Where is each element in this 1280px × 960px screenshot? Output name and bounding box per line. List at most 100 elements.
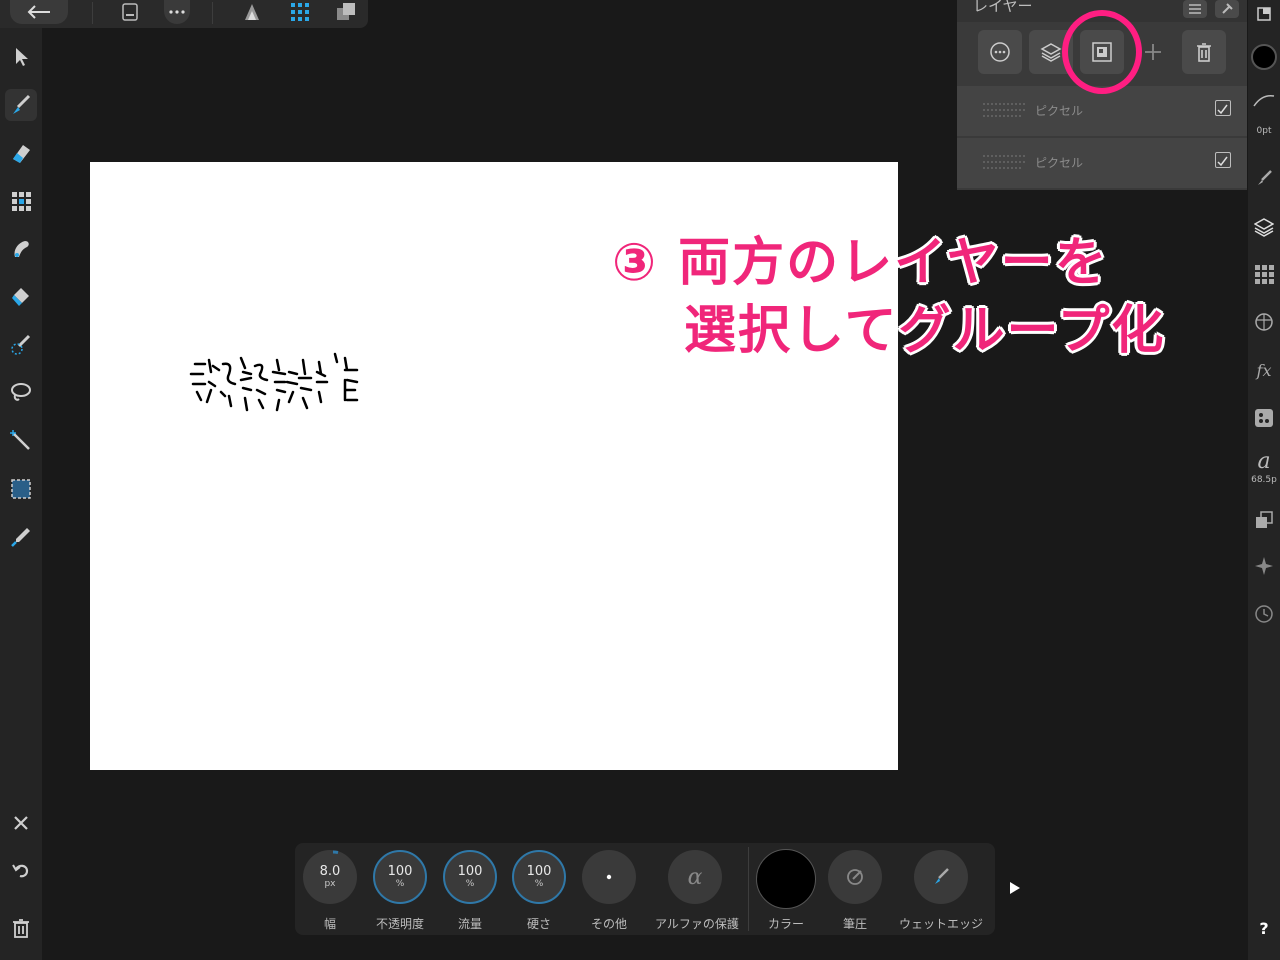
hardness-unit: %: [534, 879, 544, 889]
color-picker-tool[interactable]: [5, 521, 37, 553]
pixel-persona-icon: [291, 3, 309, 21]
marquee-icon: [11, 479, 31, 499]
navigator-icon: [1255, 409, 1273, 427]
more-icon: [169, 10, 185, 14]
back-button[interactable]: [10, 0, 68, 24]
flow-value: 100: [457, 864, 483, 879]
panel-title: レイヤー: [973, 0, 1033, 15]
effects-panel-button[interactable]: fx: [1248, 356, 1280, 384]
draw-persona-button[interactable]: [240, 0, 264, 24]
more-options-dial[interactable]: [582, 850, 636, 904]
help-button[interactable]: ?: [1248, 916, 1280, 940]
delete-layer-button[interactable]: [1182, 30, 1226, 74]
dot-icon: [606, 874, 612, 880]
eraser-icon: [13, 145, 30, 163]
studio-toggle-button[interactable]: [1248, 0, 1280, 28]
adjustments-panel-button[interactable]: [1248, 308, 1280, 336]
clock-icon: [1255, 605, 1273, 623]
opacity-unit: %: [395, 879, 405, 889]
expand-toolbar-icon[interactable]: [1009, 881, 1021, 895]
opacity-dial[interactable]: 100 %: [373, 850, 427, 904]
compass-icon: [1255, 557, 1273, 575]
plus-icon: [1145, 44, 1161, 60]
layer-visibility-checkbox[interactable]: [1215, 152, 1231, 168]
paint-brush-tool[interactable]: [5, 89, 37, 121]
grid-icon: [1255, 265, 1274, 284]
width-arc: [332, 850, 339, 854]
font-icon: a: [1257, 448, 1271, 474]
layer-thumbnail: [983, 103, 1025, 117]
brush-icon: [13, 94, 31, 114]
magic-wand-icon: [10, 430, 30, 450]
brushes-panel-button[interactable]: [1248, 164, 1280, 192]
trash-icon: [1197, 43, 1211, 62]
layers-panel-button[interactable]: [1248, 212, 1280, 242]
pressure-label: 筆圧: [842, 917, 867, 931]
color-swatch-button[interactable]: [1248, 40, 1280, 74]
annotation-line-2: 選択してグループ化: [684, 301, 1166, 361]
pixel-tool[interactable]: [5, 185, 37, 217]
document-button[interactable]: [118, 0, 142, 24]
export-persona-button[interactable]: [334, 0, 358, 24]
pressure-toggle[interactable]: [828, 850, 882, 904]
selection-brush-tool[interactable]: [5, 329, 37, 361]
opacity-value: 100: [387, 864, 413, 879]
brush-icon: [1258, 170, 1272, 185]
ellipsis-circle-icon: [990, 42, 1010, 62]
undo-button[interactable]: [5, 855, 37, 887]
smudge-tool[interactable]: [5, 233, 37, 265]
top-toolbar: [0, 0, 368, 28]
eraser-tool[interactable]: [5, 137, 37, 169]
selection-brush-icon: [11, 334, 31, 355]
magic-wand-tool[interactable]: [5, 425, 37, 457]
move-tool[interactable]: [5, 41, 37, 73]
close-button[interactable]: [5, 807, 37, 839]
checkmark-icon: [1217, 104, 1228, 115]
layer-options-button[interactable]: [978, 30, 1022, 74]
layer-row[interactable]: ピクセル: [957, 138, 1247, 188]
snapping-panel-button[interactable]: [1248, 552, 1280, 580]
font-size-label: 68.5p: [1251, 475, 1277, 485]
wet-edge-toggle[interactable]: [914, 850, 968, 904]
history-panel-button[interactable]: [1248, 600, 1280, 628]
annotation-line-1: ③ 両方のレイヤーを: [612, 233, 1109, 293]
layer-name: ピクセル: [1035, 104, 1084, 118]
layers-icon: [1040, 43, 1062, 62]
alpha-icon: α: [687, 864, 703, 890]
text-panel-button[interactable]: a: [1248, 448, 1280, 474]
delete-button[interactable]: [5, 912, 37, 944]
hardness-value: 100: [526, 864, 552, 879]
left-toolbar: [0, 28, 42, 960]
stroke-icon: [1253, 94, 1275, 107]
transform-panel-button[interactable]: [1248, 506, 1280, 534]
other-label: その他: [590, 917, 627, 931]
wet-edge-label: ウェットエッジ: [898, 917, 983, 931]
layer-visibility-checkbox[interactable]: [1215, 100, 1231, 116]
transform-icon: [1256, 511, 1273, 528]
stroke-button[interactable]: [1248, 88, 1280, 112]
alpha-label: アルファの保護: [655, 917, 739, 931]
pressure-icon: [847, 869, 863, 885]
close-icon: [14, 816, 28, 830]
layers-icon: [1254, 218, 1274, 237]
flow-unit: %: [465, 879, 475, 889]
eyedropper-icon: [11, 528, 30, 547]
undo-icon: [12, 864, 29, 878]
pixel-grid-icon: [12, 192, 31, 211]
pixel-scribble-drawing: [189, 352, 359, 412]
navigator-panel-button[interactable]: [1248, 404, 1280, 432]
more-button[interactable]: [164, 0, 190, 24]
alpha-protect-toggle[interactable]: α: [668, 850, 722, 904]
hardness-dial[interactable]: 100 %: [512, 850, 566, 904]
lasso-tool[interactable]: [5, 377, 37, 409]
paint-bucket-icon: [12, 288, 29, 306]
marquee-tool[interactable]: [5, 473, 37, 505]
panel-menu-button[interactable]: [1183, 0, 1207, 18]
fill-tool[interactable]: [5, 281, 37, 313]
flow-dial[interactable]: 100 %: [443, 850, 497, 904]
pixel-persona-button[interactable]: [288, 0, 312, 24]
pin-panel-button[interactable]: [1215, 0, 1239, 18]
trash-icon: [13, 919, 29, 938]
color-button[interactable]: [756, 849, 816, 909]
swatches-panel-button[interactable]: [1248, 260, 1280, 288]
